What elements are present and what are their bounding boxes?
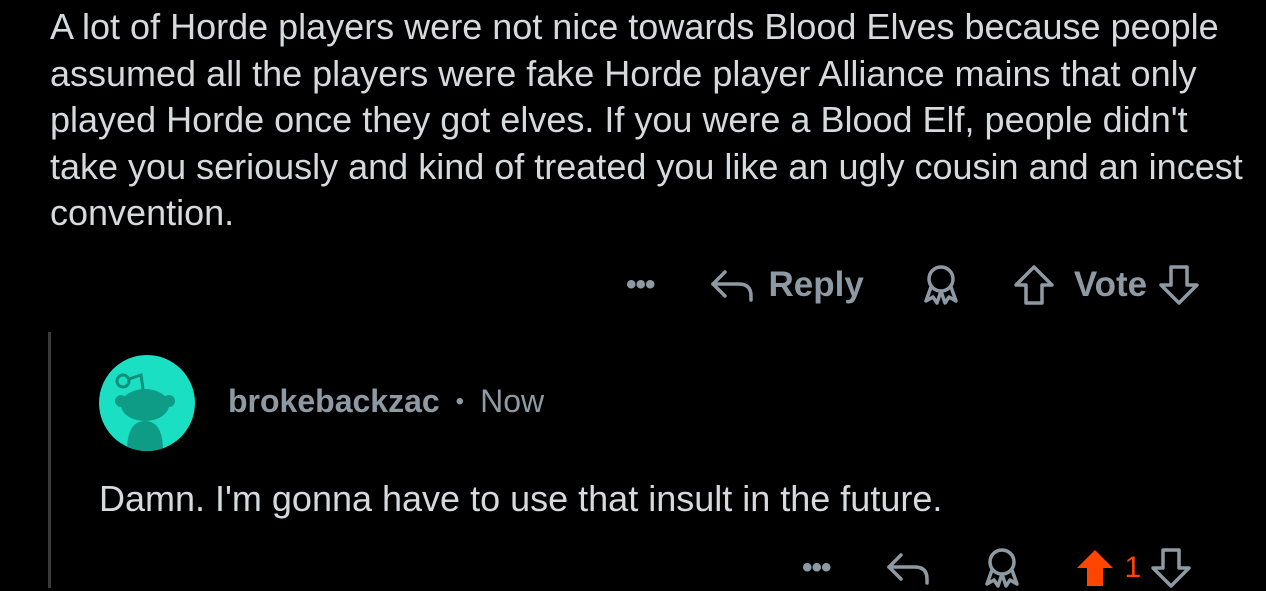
more-options-button[interactable]: ••• [802,551,831,585]
award-icon[interactable] [918,263,964,307]
reply-arrow-icon [885,549,931,587]
downvote-button[interactable] [1149,546,1193,590]
thread-line[interactable] [48,332,51,588]
reply-button[interactable] [885,549,931,587]
reply-comment-body: Damn. I'm gonna have to use that insult … [99,478,943,519]
reply-button[interactable]: Reply [709,265,864,305]
upvote-button[interactable] [1012,263,1056,307]
upvote-button-active[interactable] [1073,546,1117,590]
more-options-button[interactable]: ••• [626,268,655,302]
meta-separator: • [455,387,465,415]
award-icon[interactable] [979,546,1025,590]
downvote-button[interactable] [1157,263,1201,307]
comment-meta: brokebackzac • Now [228,383,544,420]
username[interactable]: brokebackzac [228,383,440,420]
parent-comment-actions: ••• Reply Vote [626,262,1201,308]
reply-comment-actions: ••• 1 [802,545,1193,591]
snoo-avatar-icon [115,373,175,451]
parent-comment-body: A lot of Horde players were not nice tow… [50,6,1243,233]
avatar[interactable] [99,355,195,451]
reply-label: Reply [768,265,864,304]
vote-label: Vote [1073,265,1148,304]
timestamp: Now [480,383,545,419]
reply-arrow-icon [709,266,755,304]
vote-score: 1 [1124,551,1142,584]
